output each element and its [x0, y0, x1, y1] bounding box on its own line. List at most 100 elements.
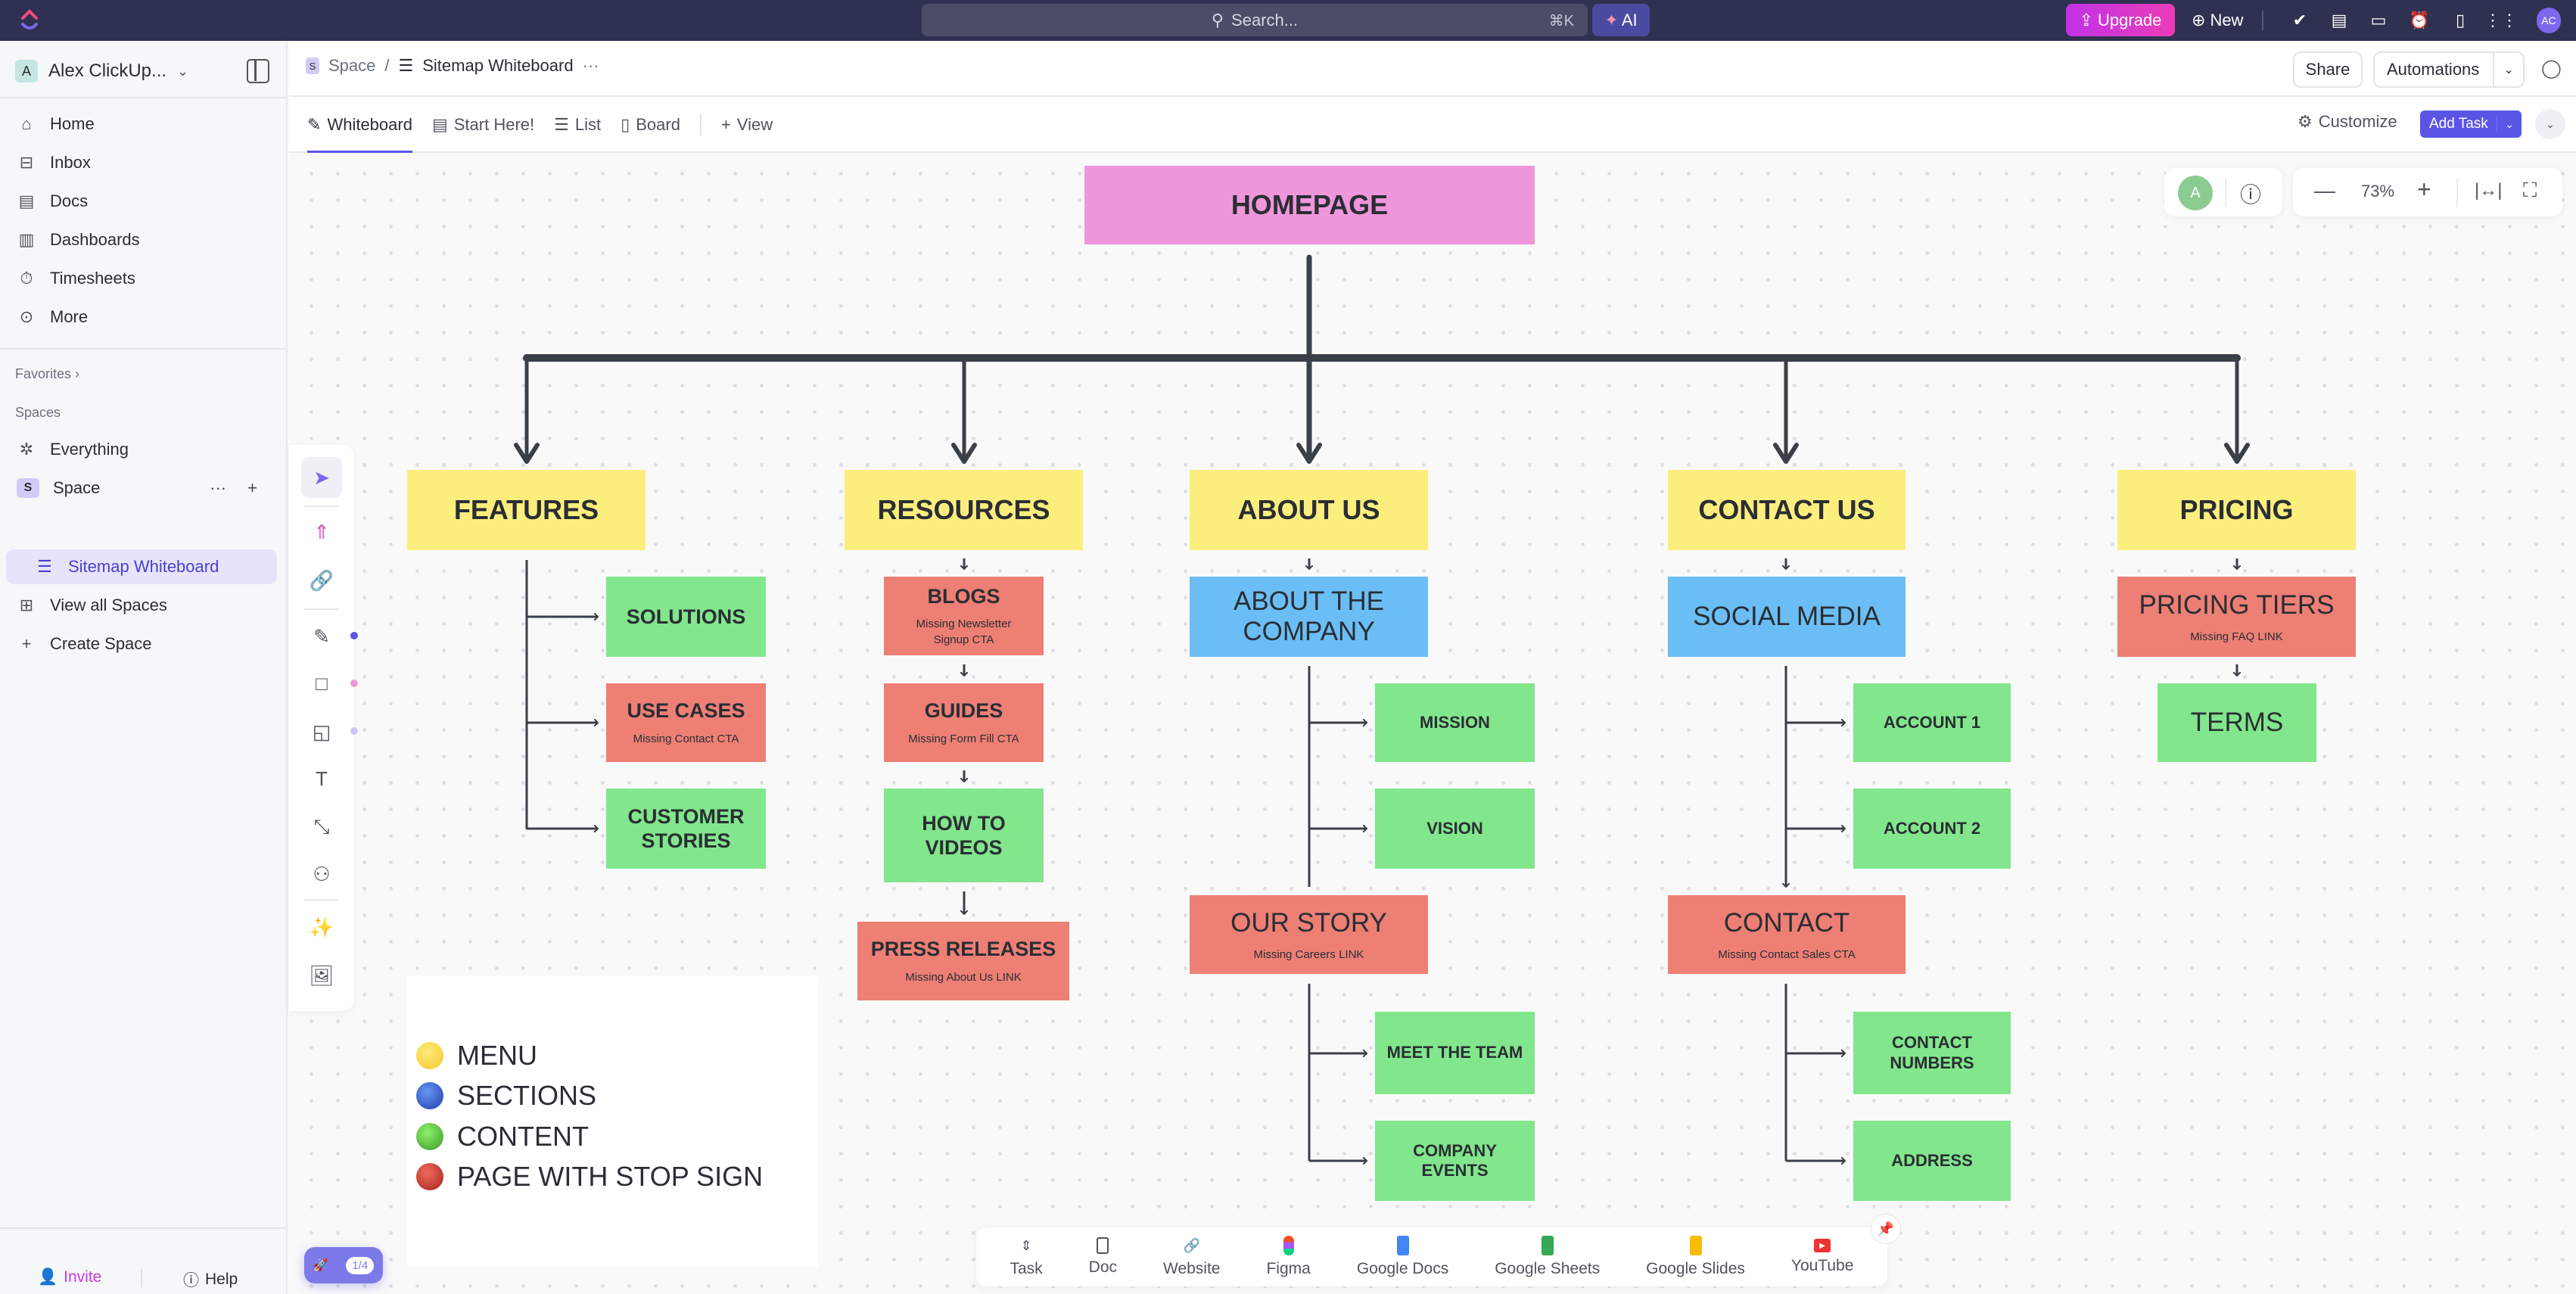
user-avatar[interactable]: AC	[2537, 8, 2561, 33]
clickup-logo-icon[interactable]	[20, 8, 39, 33]
dock-item-website[interactable]: 🔗 Website	[1163, 1236, 1220, 1278]
alarm-clock-icon[interactable]: ⏰	[2408, 9, 2431, 32]
onboarding-progress-button[interactable]: 🚀 1/4	[304, 1247, 383, 1283]
link-icon[interactable]: 🔗	[301, 560, 342, 601]
chevron-down-icon[interactable]: ⌄	[2493, 52, 2523, 87]
new-button[interactable]: ⊕ New	[2192, 4, 2252, 36]
sidebar-item-more[interactable]: ⊙ More	[17, 300, 274, 334]
node-account-1[interactable]: ACCOUNT 1	[1853, 683, 2011, 762]
node-features[interactable]: FEATURES	[407, 470, 646, 550]
collapse-sidebar-icon[interactable]	[247, 59, 269, 83]
collaborator-avatar[interactable]: A	[2178, 176, 2213, 210]
tab-list[interactable]: ☰ List	[554, 97, 601, 153]
pin-dock-button[interactable]: 📌	[1871, 1214, 1901, 1244]
ai-button[interactable]: ✦ AI	[1592, 4, 1650, 36]
node-customer-stories[interactable]: CUSTOMER STORIES	[606, 789, 766, 869]
node-about-the-company[interactable]: ABOUT THE COMPANY	[1190, 577, 1428, 657]
text-icon[interactable]: T	[301, 758, 342, 799]
node-pricing-tiers[interactable]: PRICING TIERS Missing FAQ LINK	[2117, 577, 2356, 657]
fullscreen-icon[interactable]: ⛶	[2523, 179, 2537, 203]
node-contact[interactable]: CONTACT Missing Contact Sales CTA	[1668, 895, 1906, 974]
sidebar-item-timesheets[interactable]: ⏱ Timesheets	[17, 262, 274, 295]
apps-grid-icon[interactable]: ⋮⋮	[2484, 9, 2518, 32]
select-tool[interactable]: ➤	[301, 457, 342, 498]
workspace-switcher[interactable]: A Alex ClickUp... ⌄	[15, 56, 188, 86]
pen-color-swatch[interactable]	[350, 631, 359, 640]
node-company-events[interactable]: COMPANY EVENTS	[1375, 1121, 1535, 1201]
dock-item-youtube[interactable]: ▶ YouTube	[1791, 1239, 1853, 1275]
node-address[interactable]: ADDRESS	[1853, 1121, 2011, 1201]
node-contact-numbers[interactable]: CONTACT NUMBERS	[1853, 1012, 2011, 1094]
sticky-color-swatch[interactable]	[350, 726, 359, 736]
search-bar[interactable]: ⚲ Search... ⌘K	[922, 4, 1588, 36]
clickup-add-icon[interactable]: ⇑	[301, 512, 342, 552]
zoom-in-button[interactable]: +	[2417, 176, 2431, 204]
dock-item-google-docs[interactable]: Google Docs	[1357, 1236, 1448, 1278]
shape-color-swatch[interactable]	[350, 679, 359, 688]
node-contact-us[interactable]: CONTACT US	[1668, 470, 1906, 550]
pen-icon[interactable]: ✎	[301, 616, 342, 657]
fit-width-icon[interactable]: |↔|	[2475, 180, 2502, 201]
node-blogs[interactable]: BLOGS Missing Newsletter Signup CTA	[884, 577, 1044, 655]
magic-wand-icon[interactable]: ✨	[301, 907, 342, 947]
chevron-down-icon[interactable]: ⌄	[2497, 118, 2522, 131]
legend-panel[interactable]: MENU SECTIONS CONTENT PAGE WITH STOP SIG…	[407, 976, 818, 1267]
sidebar-item-create-space[interactable]: + Create Space	[17, 627, 274, 661]
tab-start-here[interactable]: ▤ Start Here!	[432, 97, 534, 153]
add-view-button[interactable]: + View	[721, 97, 773, 153]
node-how-to-videos[interactable]: HOW TO VIDEOS	[884, 789, 1044, 882]
tab-board[interactable]: ▯ Board	[621, 97, 680, 153]
node-mission[interactable]: MISSION	[1375, 683, 1535, 762]
node-homepage[interactable]: HOMEPAGE	[1084, 166, 1535, 244]
customize-button[interactable]: ⚙ Customize	[2298, 112, 2397, 132]
plus-icon[interactable]: +	[247, 478, 257, 498]
zoom-out-button[interactable]: —	[2314, 179, 2335, 203]
node-pricing[interactable]: PRICING	[2117, 470, 2356, 550]
image-icon[interactable]: 🖼	[301, 955, 342, 996]
expand-toggle-button[interactable]: ⌄	[2535, 109, 2565, 139]
node-solutions[interactable]: SOLUTIONS	[606, 577, 766, 657]
check-circle-icon[interactable]: ✔	[2288, 9, 2311, 32]
node-guides[interactable]: GUIDES Missing Form Fill CTA	[884, 683, 1044, 762]
video-record-icon[interactable]: ▭	[2367, 9, 2390, 32]
rectangle-icon[interactable]: □	[301, 663, 342, 704]
node-terms[interactable]: TERMS	[2158, 683, 2316, 762]
invite-button[interactable]: 👤 Invite	[38, 1268, 101, 1286]
share-button[interactable]: Share	[2293, 51, 2363, 88]
breadcrumb-space[interactable]: Space	[328, 56, 375, 76]
more-icon[interactable]: ···	[210, 478, 226, 498]
chat-icon[interactable]: ◯	[2541, 58, 2562, 79]
sidebar-item-inbox[interactable]: ⊟ Inbox	[17, 146, 274, 179]
dock-item-figma[interactable]: Figma	[1266, 1236, 1311, 1278]
help-button[interactable]: ⓘ Help	[183, 1268, 238, 1291]
upgrade-button[interactable]: ⇪ Upgrade	[2066, 4, 2175, 36]
favorites-header[interactable]: Favorites ›	[15, 366, 79, 382]
notepad-icon[interactable]: ▤	[2328, 9, 2350, 32]
sidebar-item-space[interactable]: S Space ··· +	[17, 471, 274, 505]
breadcrumb-page[interactable]: Sitemap Whiteboard	[422, 56, 573, 76]
sticky-note-icon[interactable]: ◱	[301, 711, 342, 752]
dock-item-google-slides[interactable]: Google Slides	[1646, 1236, 1745, 1278]
document-icon[interactable]: ▯	[2449, 9, 2472, 32]
sidebar-item-dashboards[interactable]: ▥ Dashboards	[17, 223, 274, 257]
node-resources[interactable]: RESOURCES	[845, 470, 1083, 550]
dock-item-task[interactable]: ⇕ Task	[1010, 1236, 1042, 1278]
node-vision[interactable]: VISION	[1375, 789, 1535, 869]
sidebar-item-docs[interactable]: ▤ Docs	[17, 185, 274, 218]
connector-icon[interactable]: ⤡	[301, 807, 342, 848]
automations-button[interactable]: Automations ⌄	[2373, 51, 2525, 88]
sidebar-item-view-all-spaces[interactable]: ⊞ View all Spaces	[17, 589, 274, 622]
add-task-button[interactable]: Add Task ⌄	[2420, 110, 2522, 138]
node-about-us[interactable]: ABOUT US	[1190, 470, 1428, 550]
more-options-icon[interactable]: ···	[583, 56, 599, 76]
info-icon[interactable]: ⓘ	[2240, 179, 2261, 209]
tab-whiteboard[interactable]: ✎ Whiteboard	[307, 97, 412, 153]
node-social-media[interactable]: SOCIAL MEDIA	[1668, 577, 1906, 657]
node-use-cases[interactable]: USE CASES Missing Contact CTA	[606, 683, 766, 762]
node-account-2[interactable]: ACCOUNT 2	[1853, 789, 2011, 869]
sidebar-item-everything[interactable]: ✲ Everything	[17, 433, 274, 466]
dock-item-doc[interactable]: Doc	[1089, 1237, 1117, 1277]
node-meet-the-team[interactable]: MEET THE TEAM	[1375, 1012, 1535, 1094]
dock-item-google-sheets[interactable]: Google Sheets	[1495, 1236, 1600, 1278]
node-press-releases[interactable]: PRESS RELEASES Missing About Us LINK	[857, 922, 1069, 1000]
